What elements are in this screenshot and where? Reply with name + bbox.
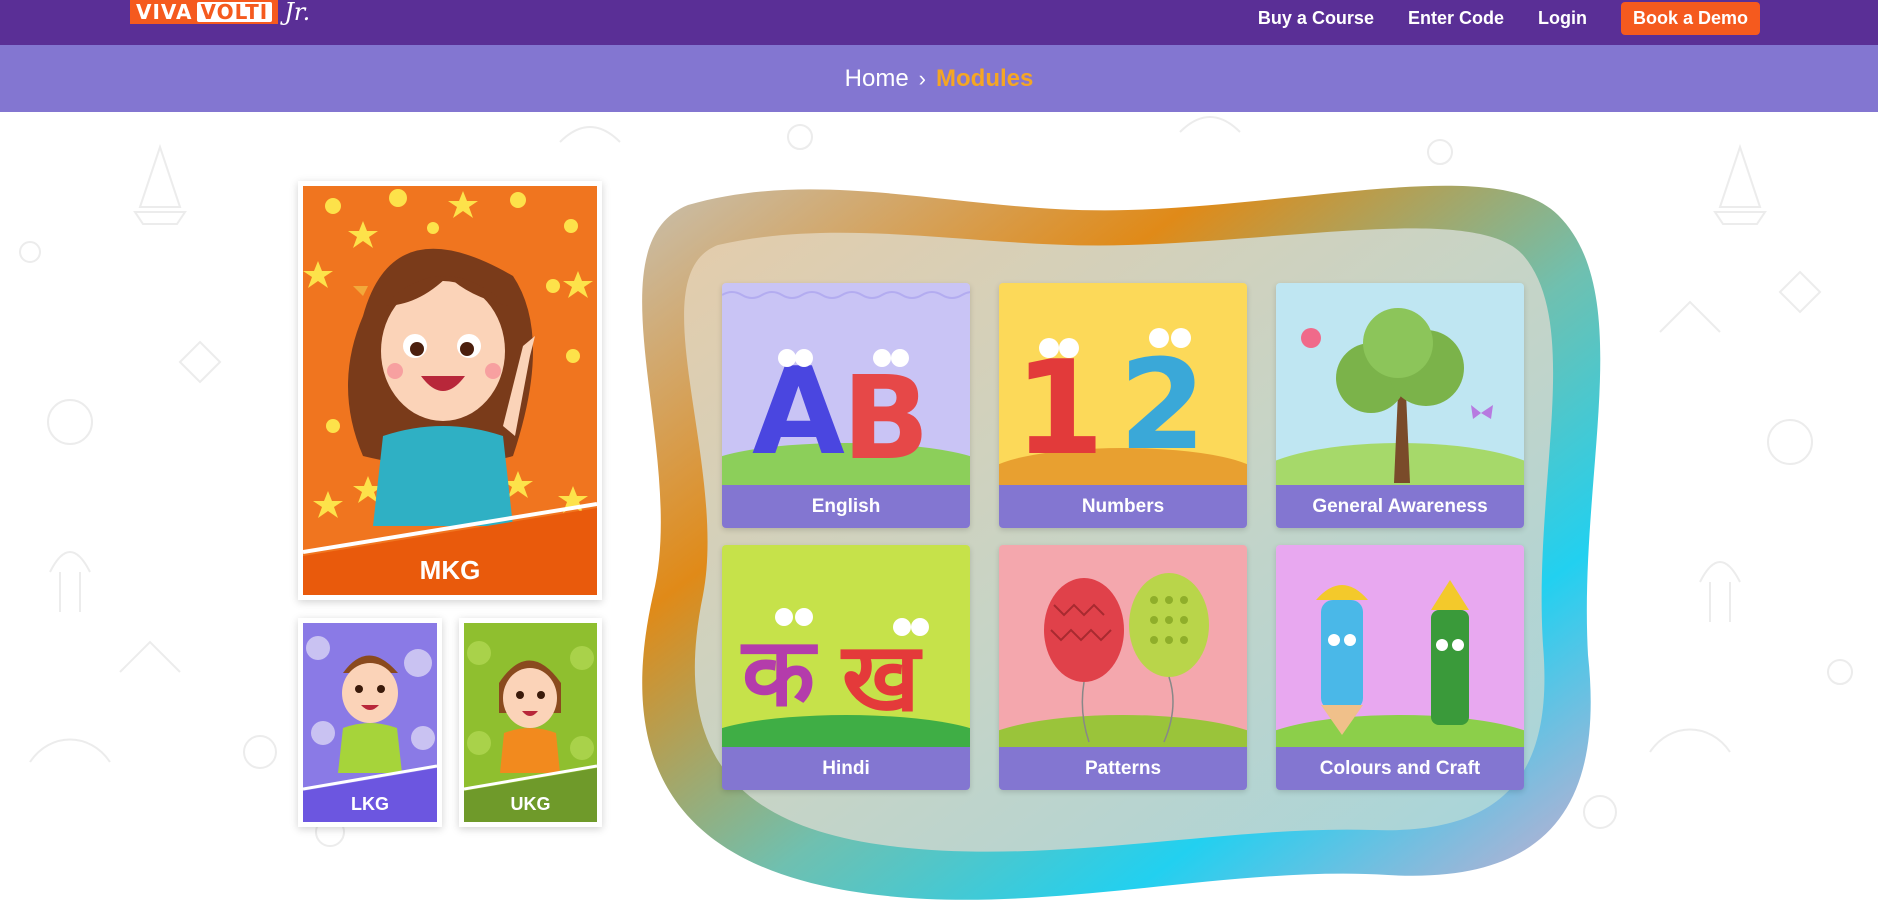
logo-text-jr: Jr. [284,0,311,26]
level-card-ukg-inner: UKG [464,623,597,822]
nav-buy-course-link[interactable]: Buy a Course [1258,8,1374,29]
level-card-lkg-inner: LKG [303,623,437,822]
breadcrumb-home-link[interactable]: Home [845,65,909,93]
module-label-hindi: Hindi [722,747,970,790]
site-logo[interactable]: VIVA VOLTI Jr. [130,0,310,24]
hindi-letter-ka: क [740,618,818,728]
module-label-general-awareness: General Awareness [1276,485,1524,528]
level-label-mkg: MKG [419,555,481,585]
book-demo-button[interactable]: Book a Demo [1620,1,1760,35]
mkg-girl-illustration [303,186,597,595]
nav-login-link[interactable]: Login [1538,8,1587,29]
level-label-lkg: LKG [351,794,389,814]
hindi-letter-kha: ख [840,623,923,733]
numbers-illustration: 1 2 [999,283,1247,485]
numbers-digit-2: 2 [1119,333,1206,478]
hindi-letters-illustration: क ख [722,545,970,747]
module-label-patterns: Patterns [999,747,1247,790]
level-card-mkg[interactable]: MKG [298,181,602,600]
tree-illustration [1276,283,1524,485]
module-label-numbers: Numbers [999,485,1247,528]
module-card-patterns[interactable]: Patterns [999,545,1247,790]
level-card-lkg[interactable]: LKG [298,618,442,827]
breadcrumb: Home › Modules [0,45,1878,112]
english-letters-illustration: A B [722,283,970,485]
chevron-right-icon: › [918,65,926,91]
english-letter-b: B [842,352,930,485]
breadcrumb-current: Modules [936,64,1034,92]
module-card-english[interactable]: A B English [722,283,970,528]
balloons-illustration [999,545,1247,747]
level-card-ukg[interactable]: UKG [459,618,602,827]
main-nav: Buy a Course Enter Code Login Book a Dem… [1224,0,1878,36]
logo-text-viva: VIVA [136,0,193,24]
level-card-mkg-inner: MKG [303,186,597,595]
nav-enter-code-link[interactable]: Enter Code [1408,8,1504,29]
level-label-ukg: UKG [510,794,551,814]
module-card-colours-and-craft[interactable]: Colours and Craft [1276,545,1524,790]
logo-text-volti: VOLTI [196,2,273,22]
module-card-numbers[interactable]: 1 2 Numbers [999,283,1247,528]
module-label-colours-and-craft: Colours and Craft [1276,747,1524,790]
top-navbar: VIVA VOLTI Jr. Buy a Course Enter Code L… [0,0,1878,45]
numbers-digit-1: 1 [1014,332,1104,484]
crayons-illustration [1276,545,1524,747]
module-card-general-awareness[interactable]: General Awareness [1276,283,1524,528]
module-label-english: English [722,485,970,528]
module-card-hindi[interactable]: क ख Hindi [722,545,970,790]
logo-badge: VIVA VOLTI [130,0,279,24]
